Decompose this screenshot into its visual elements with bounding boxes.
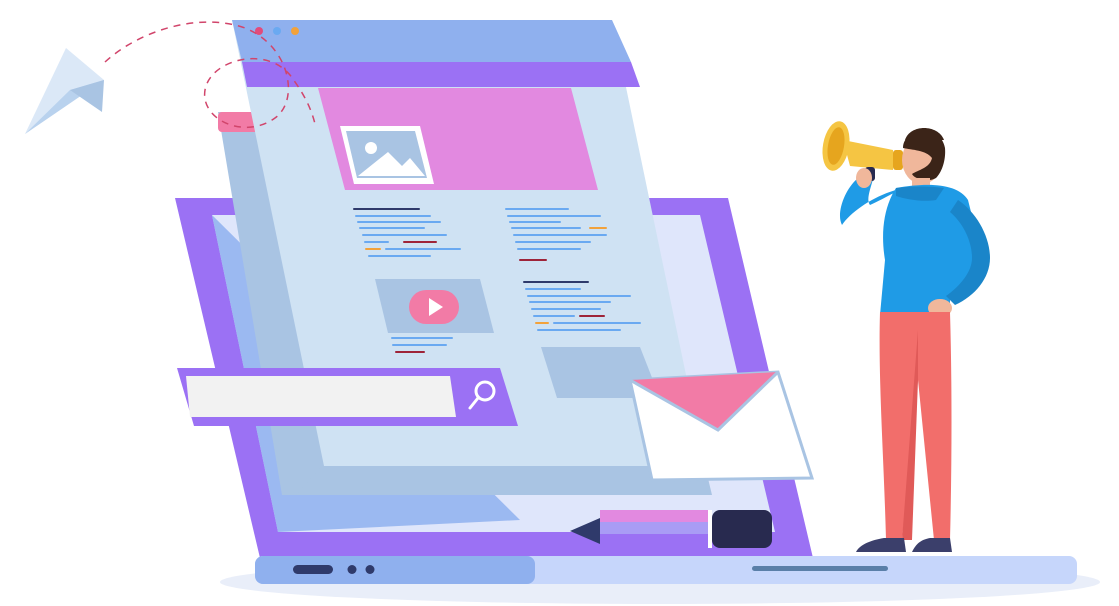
person-with-megaphone: [822, 121, 990, 552]
illustration-stage: [0, 0, 1119, 606]
window-maximize-dot: [291, 27, 299, 35]
laptop-led-bar: [293, 565, 333, 574]
search-button[interactable]: [462, 372, 510, 418]
laptop-base: [255, 556, 1077, 584]
trackpad-line: [752, 566, 888, 571]
window-minimize-dot: [273, 27, 281, 35]
laptop-led-dot: [347, 565, 357, 574]
marketing-illustration: [25, 20, 1100, 604]
paper-plane-icon: [25, 48, 104, 134]
envelope-icon: [628, 370, 815, 482]
video-block: [375, 279, 494, 333]
image-placeholder-icon: [340, 126, 434, 184]
laptop-led-dot: [365, 565, 375, 574]
pen-marker-icon: [570, 510, 772, 548]
search-input[interactable]: [188, 376, 450, 416]
